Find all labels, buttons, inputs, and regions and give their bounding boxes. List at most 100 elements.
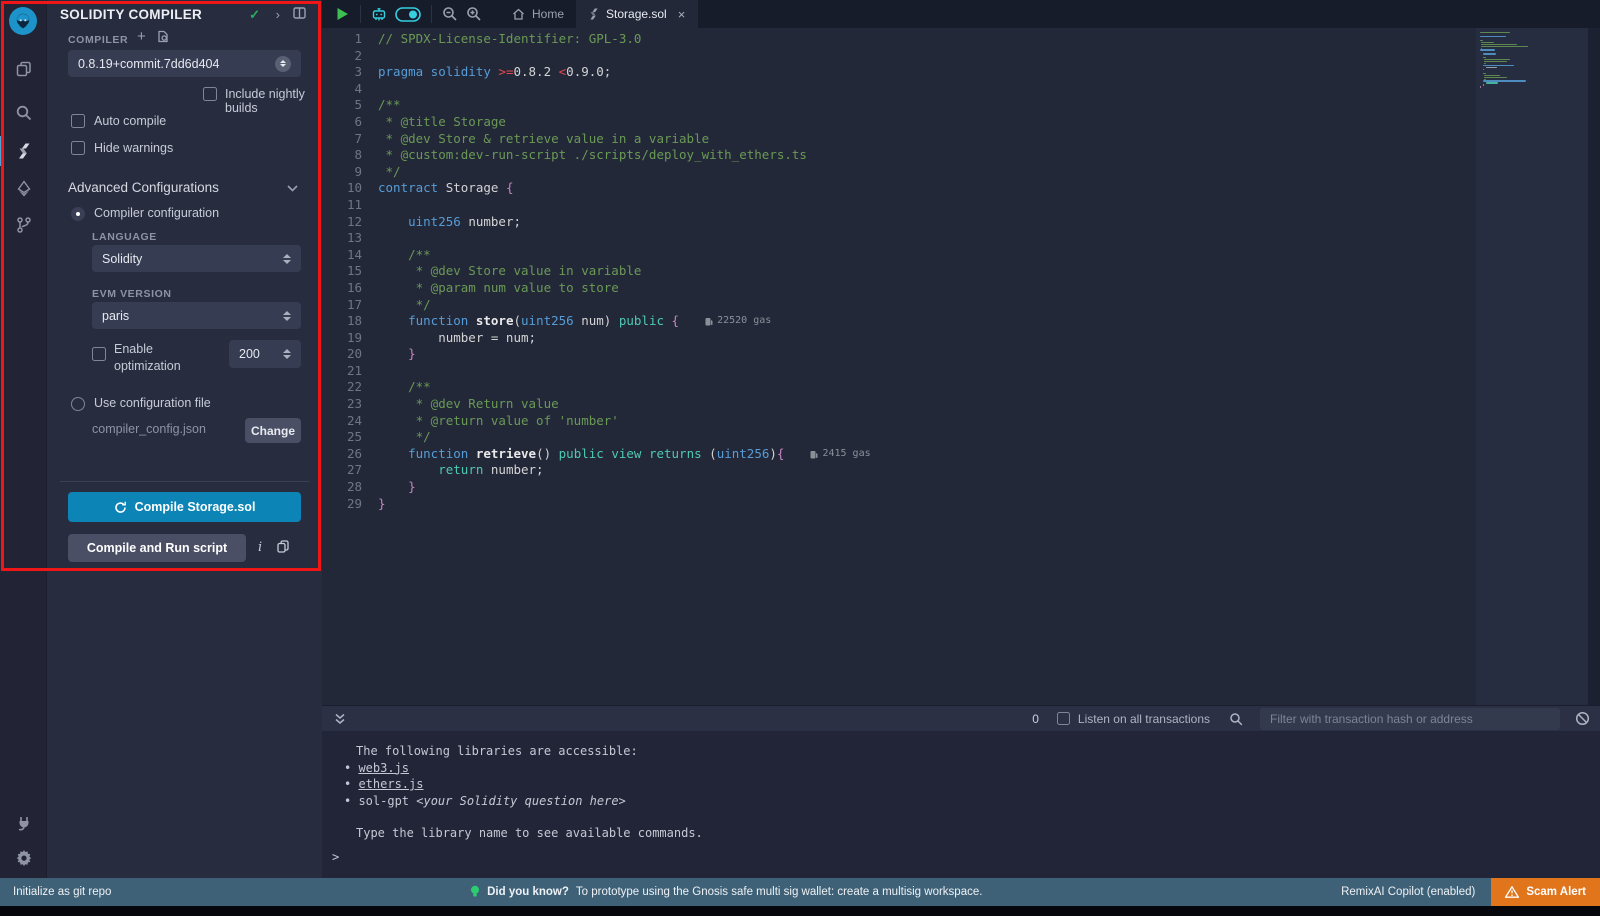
code-line[interactable]: 18 function store(uint256 num) public {2… (322, 313, 1470, 330)
code-line[interactable]: 25 */ (322, 429, 1470, 446)
enable-optimization-checkbox[interactable] (92, 347, 106, 361)
code-line[interactable]: 16 * @param num value to store (322, 280, 1470, 297)
code-token: * @return value of 'number' (378, 413, 619, 430)
compiler-configuration-radio[interactable] (71, 207, 85, 221)
code-line[interactable]: 15 * @dev Store value in variable (322, 263, 1470, 280)
code-token: number; (461, 214, 521, 231)
terminal-search-icon[interactable] (1224, 707, 1248, 731)
code-line[interactable]: 9 */ (322, 164, 1470, 181)
screen-bottom-edge (0, 906, 1600, 916)
code-line[interactable]: 17 */ (322, 297, 1470, 314)
optimization-runs-input[interactable]: 200 (229, 340, 301, 368)
clear-terminal-icon[interactable] (1570, 707, 1594, 731)
zoom-in-icon[interactable] (462, 2, 486, 26)
code-line[interactable]: 29} (322, 496, 1470, 513)
hide-warnings-checkbox[interactable] (71, 141, 85, 155)
code-line[interactable]: 1// SPDX-License-Identifier: GPL-3.0 (322, 31, 1470, 48)
info-icon[interactable]: i (258, 540, 262, 555)
use-configuration-file-label: Use configuration file (94, 396, 211, 410)
terminal-output[interactable]: The following libraries are accessible: … (322, 731, 1600, 878)
code-line[interactable]: 19 number = num; (322, 330, 1470, 347)
editor-scrollbar[interactable] (1588, 28, 1600, 705)
split-view-icon[interactable] (293, 7, 306, 22)
code-line[interactable]: 12 uint256 number; (322, 214, 1470, 231)
collapse-terminal-icon[interactable] (328, 707, 352, 731)
line-number: 2 (322, 48, 378, 65)
panel-divider (60, 481, 309, 482)
transaction-filter-input[interactable] (1260, 708, 1560, 730)
run-script-play-button[interactable] (330, 2, 354, 26)
compiler-configuration-label: Compiler configuration (94, 206, 219, 220)
code-line[interactable]: 27 return number; (322, 462, 1470, 479)
close-tab-icon[interactable]: × (678, 7, 686, 22)
auto-compile-label: Auto compile (94, 114, 166, 128)
chevron-down-icon[interactable] (287, 180, 298, 195)
solidity-compiler-icon[interactable] (0, 134, 47, 168)
line-number: 1 (322, 31, 378, 48)
terminal-library-link[interactable]: web3.js (358, 761, 409, 775)
terminal-library-link[interactable]: ethers.js (358, 777, 423, 791)
file-explorer-icon[interactable] (0, 52, 47, 86)
deploy-and-run-icon[interactable] (0, 172, 47, 206)
code-line[interactable]: 10contract Storage { (322, 180, 1470, 197)
panel-forward-chevron-icon[interactable]: › (276, 7, 280, 22)
code-line[interactable]: 6 * @title Storage (322, 114, 1470, 131)
code-line[interactable]: 11 (322, 197, 1470, 214)
ai-copilot-toggle[interactable] (391, 2, 425, 26)
code-line[interactable]: 3pragma solidity >=0.8.2 <0.9.0; (322, 64, 1470, 81)
terminal-prompt[interactable]: > (332, 850, 339, 864)
code-editor[interactable]: 1// SPDX-License-Identifier: GPL-3.023pr… (322, 28, 1600, 705)
zoom-out-icon[interactable] (438, 2, 462, 26)
code-line[interactable]: 23 * @dev Return value (322, 396, 1470, 413)
code-line[interactable]: 24 * @return value of 'number' (322, 413, 1470, 430)
change-config-button[interactable]: Change (245, 418, 301, 443)
code-line[interactable]: 14 /** (322, 247, 1470, 264)
remix-logo[interactable] (9, 7, 37, 35)
add-compiler-icon[interactable]: + (137, 28, 146, 45)
compile-button[interactable]: Compile Storage.sol (68, 492, 301, 522)
code-line[interactable]: 7 * @dev Store & retrieve value in a var… (322, 131, 1470, 148)
remix-ai-robot-icon[interactable] (367, 2, 391, 26)
code-token (378, 214, 408, 231)
search-icon[interactable] (0, 96, 47, 130)
language-select[interactable]: Solidity (92, 245, 301, 272)
initialize-git-repo-button[interactable]: Initialize as git repo (13, 886, 111, 898)
copilot-status[interactable]: RemixAI Copilot (enabled) (1341, 886, 1475, 898)
git-icon[interactable] (0, 208, 47, 242)
code-line[interactable]: 4 (322, 81, 1470, 98)
settings-gear-icon[interactable] (0, 840, 47, 874)
plugin-manager-icon[interactable] (0, 806, 47, 840)
scam-alert-button[interactable]: Scam Alert (1491, 878, 1600, 906)
auto-compile-checkbox[interactable] (71, 114, 85, 128)
use-configuration-file-radio[interactable] (71, 397, 85, 411)
compiler-version-select[interactable]: 0.8.19+commit.7dd6d404 (68, 50, 301, 77)
panel-title: SOLIDITY COMPILER (60, 7, 202, 22)
evm-version-select[interactable]: paris (92, 302, 301, 329)
code-token: < (559, 64, 567, 81)
open-file-icon[interactable] (157, 30, 169, 46)
code-line[interactable]: 28 } (322, 479, 1470, 496)
copy-icon[interactable] (277, 540, 289, 556)
code-line[interactable]: 21 (322, 363, 1470, 380)
code-line[interactable]: 5/** (322, 97, 1470, 114)
listen-all-transactions-checkbox[interactable] (1057, 712, 1070, 725)
code-line[interactable]: 26 function retrieve() public view retur… (322, 446, 1470, 463)
tab-storage-sol[interactable]: Storage.sol × (577, 0, 698, 28)
code-token: { (672, 313, 680, 330)
compile-and-run-button[interactable]: Compile and Run script (68, 534, 246, 562)
code-token: retrieve (476, 446, 536, 463)
editor-minimap[interactable] (1476, 28, 1588, 705)
line-number: 13 (322, 230, 378, 247)
tab-home[interactable]: Home (500, 0, 577, 28)
line-number: 4 (322, 81, 378, 98)
language-label: LANGUAGE (92, 231, 157, 243)
advanced-configurations-header[interactable]: Advanced Configurations (68, 180, 219, 195)
code-line[interactable]: 8 * @custom:dev-run-script ./scripts/dep… (322, 147, 1470, 164)
terminal-toolbar: 0 Listen on all transactions (322, 705, 1600, 731)
include-nightly-checkbox[interactable] (203, 87, 217, 101)
code-line[interactable]: 13 (322, 230, 1470, 247)
terminal-library-item: • ethers.js (356, 776, 1600, 793)
code-line[interactable]: 2 (322, 48, 1470, 65)
code-line[interactable]: 22 /** (322, 379, 1470, 396)
code-line[interactable]: 20 } (322, 346, 1470, 363)
